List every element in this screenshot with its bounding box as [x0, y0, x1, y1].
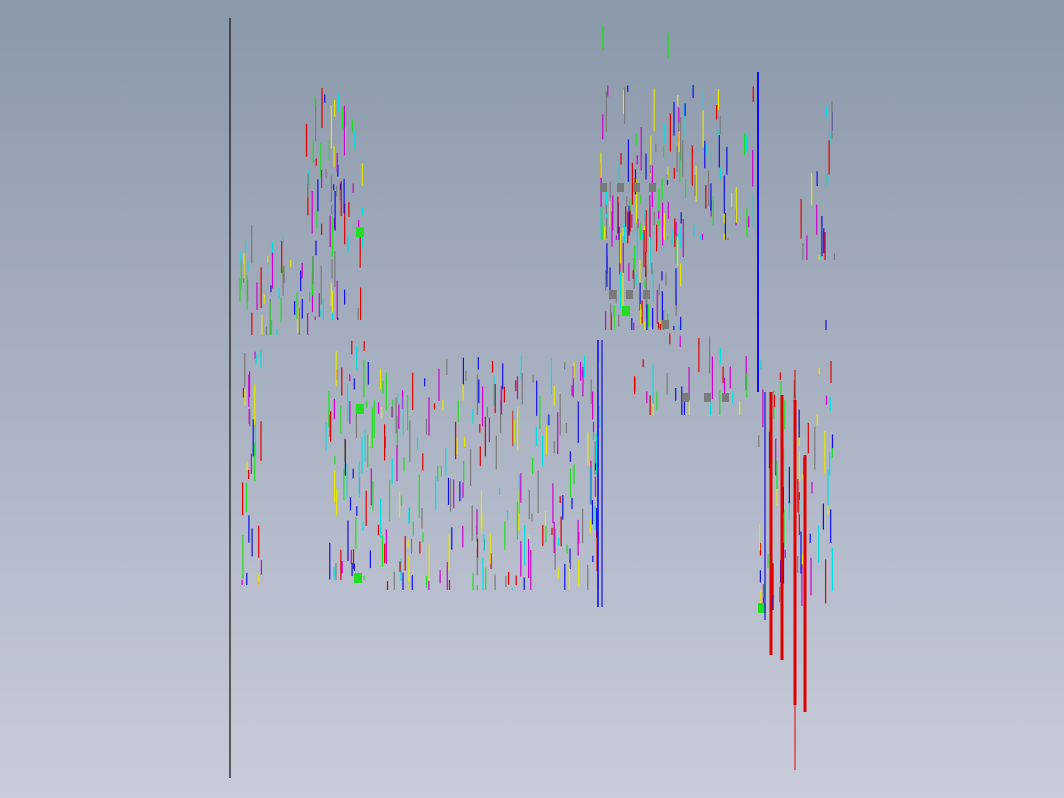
gray-block [643, 290, 650, 299]
cad-viewport[interactable] [0, 0, 1064, 798]
gray-block [722, 393, 729, 402]
gray-block [704, 393, 711, 402]
gray-block [633, 183, 640, 192]
gray-block [682, 393, 689, 402]
gray-block [626, 290, 633, 299]
gray-block [600, 183, 607, 192]
green-marker [356, 227, 364, 237]
gray-block [662, 320, 669, 329]
gray-block [609, 290, 616, 299]
gray-block [649, 183, 656, 192]
green-marker [622, 306, 630, 316]
viewport-background [0, 0, 1064, 798]
green-marker [354, 573, 362, 583]
cad-drawing-canvas[interactable] [0, 0, 1064, 798]
gray-block [617, 183, 624, 192]
green-marker [356, 404, 364, 414]
